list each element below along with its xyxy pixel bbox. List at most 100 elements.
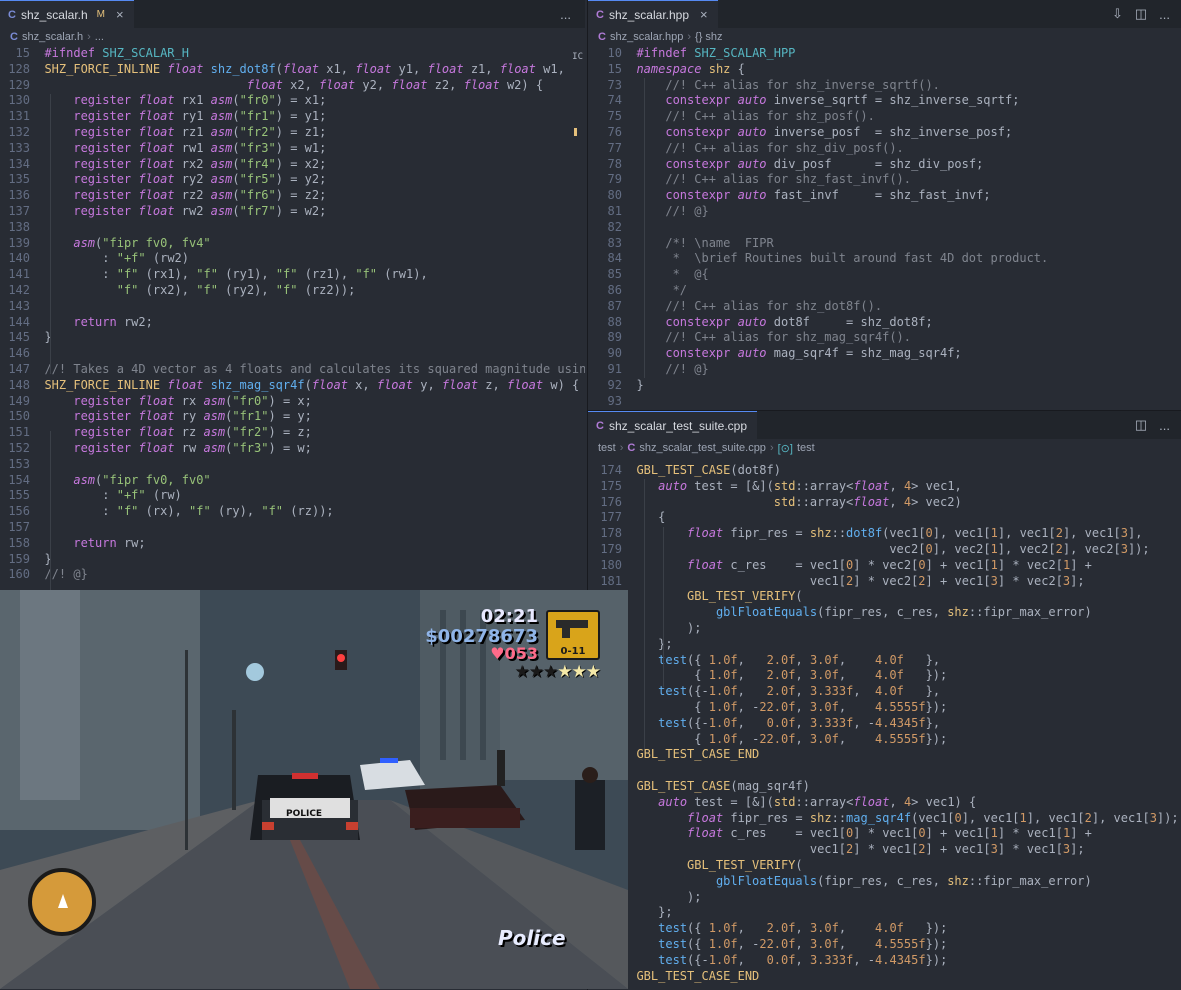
tab-shz-scalar-hpp[interactable]: C shz_scalar.hpp ×	[588, 0, 718, 28]
more-actions-icon[interactable]: ...	[560, 7, 571, 22]
code-line[interactable]: 134 register float rx2 asm("fr4") = x2;	[0, 157, 585, 173]
code-line[interactable]: 86 */	[588, 283, 1181, 299]
code-line[interactable]: 157	[0, 520, 585, 536]
code-line[interactable]: 179 vec2[0], vec2[1], vec2[2], vec2[3]);	[588, 542, 1181, 558]
code-line[interactable]: 91 //! @}	[588, 362, 1181, 378]
code-line[interactable]: 15 #ifndef SHZ_SCALAR_H	[0, 46, 585, 62]
split-editor-icon[interactable]: ◫	[1135, 6, 1147, 22]
code-line[interactable]: test({-1.0f, 2.0f, 3.333f, 4.0f },	[588, 684, 1181, 700]
preview-icon[interactable]: ⇩	[1112, 6, 1123, 22]
code-line[interactable]: test({ 1.0f, -22.0f, 3.0f, 4.5555f});	[588, 937, 1181, 953]
breadcrumb-symbol[interactable]: test	[797, 442, 815, 454]
code-line[interactable]: GBL_TEST_VERIFY(	[588, 589, 1181, 605]
code-line[interactable]: 131 register float ry1 asm("fr1") = y1;	[0, 109, 585, 125]
code-line[interactable]: 180 float c_res = vec1[0] * vec2[0] + ve…	[588, 558, 1181, 574]
code-line[interactable]: );	[588, 890, 1181, 906]
code-line[interactable]: 15 namespace shz {	[588, 62, 1181, 78]
code-line[interactable]: 158 return rw;	[0, 536, 585, 552]
code-line[interactable]: { 1.0f, -22.0f, 3.0f, 4.5555f});	[588, 732, 1181, 748]
code-line[interactable]: 87 //! C++ alias for shz_dot8f().	[588, 299, 1181, 315]
code-line[interactable]: 88 constexpr auto dot8f = shz_dot8f;	[588, 315, 1181, 331]
code-line[interactable]: 73 //! C++ alias for shz_inverse_sqrtf()…	[588, 78, 1181, 94]
close-icon[interactable]: ×	[116, 7, 124, 22]
code-line[interactable]: 75 //! C++ alias for shz_posf().	[588, 109, 1181, 125]
code-line[interactable]: gblFloatEquals(fipr_res, c_res, shz::fip…	[588, 874, 1181, 890]
code-line[interactable]: 145 }	[0, 330, 585, 346]
code-line[interactable]: 155 : "+f" (rw)	[0, 488, 585, 504]
code-line[interactable]: 80 constexpr auto fast_invf = shz_fast_i…	[588, 188, 1181, 204]
code-line[interactable]: auto test = [&](std::array<float, 4> vec…	[588, 795, 1181, 811]
code-line[interactable]: GBL_TEST_CASE_END	[588, 747, 1181, 763]
code-line[interactable]: };	[588, 905, 1181, 921]
code-line[interactable]: 140 : "+f" (rw2)	[0, 251, 585, 267]
code-line[interactable]: float c_res = vec1[0] * vec1[0] + vec1[1…	[588, 826, 1181, 842]
breadcrumb-symbol[interactable]: ...	[95, 31, 104, 43]
code-line[interactable]: 181 vec1[2] * vec2[2] + vec1[3] * vec2[3…	[588, 574, 1181, 590]
code-line[interactable]: 84 * \brief Routines built around fast 4…	[588, 251, 1181, 267]
code-line[interactable]: 139 asm("fipr fv0, fv4"	[0, 236, 585, 252]
code-line[interactable]: 206 GBL_TEST_CASE_END	[588, 969, 1181, 985]
code-line[interactable]: 144 return rw2;	[0, 315, 585, 331]
code-line[interactable]: 79 //! C++ alias for shz_fast_invf().	[588, 172, 1181, 188]
code-line[interactable]: 81 //! @}	[588, 204, 1181, 220]
code-line[interactable]: 89 //! C++ alias for shz_mag_sqr4f().	[588, 330, 1181, 346]
code-line[interactable]: 93	[588, 394, 1181, 410]
code-line[interactable]: gblFloatEquals(fipr_res, c_res, shz::fip…	[588, 605, 1181, 621]
code-line[interactable]: 78 constexpr auto div_posf = shz_div_pos…	[588, 157, 1181, 173]
code-line[interactable]: 174 GBL_TEST_CASE(dot8f)	[588, 463, 1181, 479]
code-line[interactable]: 130 register float rx1 asm("fr0") = x1;	[0, 93, 585, 109]
code-line[interactable]: 153	[0, 457, 585, 473]
code-area[interactable]: 15 #ifndef SHZ_SCALAR_H 128 SHZ_FORCE_INL…	[0, 46, 585, 590]
breadcrumb-file[interactable]: shz_scalar.h	[22, 31, 83, 43]
breadcrumb-file[interactable]: shz_scalar_test_suite.cpp	[639, 442, 766, 454]
game-window[interactable]: 02:21 $00278673 ♥053 ★★★★★★ 0-11 Police …	[0, 590, 628, 989]
more-actions-icon[interactable]: ...	[1159, 7, 1170, 22]
code-line[interactable]: test({ 1.0f, 2.0f, 3.0f, 4.0f },	[588, 653, 1181, 669]
code-line[interactable]: 92 }	[588, 378, 1181, 394]
code-line[interactable]: float fipr_res = shz::mag_sqr4f(vec1[0],…	[588, 811, 1181, 827]
code-line[interactable]: 138	[0, 220, 585, 236]
code-line[interactable]: 128 SHZ_FORCE_INLINE float shz_dot8f(flo…	[0, 62, 585, 78]
code-line[interactable]: 160 //! @}	[0, 567, 585, 583]
code-line[interactable]: test({-1.0f, 0.0f, 3.333f, -4.4345f});	[588, 953, 1181, 969]
code-line[interactable]: 132 register float rz1 asm("fr2") = z1;	[0, 125, 585, 141]
code-line[interactable]: 178 float fipr_res = shz::dot8f(vec1[0],…	[588, 526, 1181, 542]
breadcrumb-file[interactable]: shz_scalar.hpp	[610, 31, 683, 43]
code-line[interactable]: 147 //! Takes a 4D vector as 4 floats an…	[0, 362, 585, 378]
tab-shz-scalar-h[interactable]: C shz_scalar.h M ×	[0, 0, 134, 28]
code-line[interactable]	[588, 763, 1181, 779]
code-area[interactable]: 10 #ifndef SHZ_SCALAR_HPP 15 namespace sh…	[588, 46, 1181, 409]
code-line[interactable]: };	[588, 637, 1181, 653]
code-line[interactable]: 177 {	[588, 510, 1181, 526]
breadcrumb-namespace[interactable]: {} shz	[695, 31, 723, 43]
code-line[interactable]: 146	[0, 346, 585, 362]
code-line[interactable]: GBL_TEST_VERIFY(	[588, 858, 1181, 874]
code-line[interactable]: 150 register float ry asm("fr1") = y;	[0, 409, 585, 425]
code-line[interactable]: 143	[0, 299, 585, 315]
code-line[interactable]: );	[588, 621, 1181, 637]
code-line[interactable]: 85 * @{	[588, 267, 1181, 283]
code-line[interactable]: 175 auto test = [&](std::array<float, 4>…	[588, 479, 1181, 495]
code-line[interactable]: 159 }	[0, 552, 585, 568]
code-line[interactable]: 83 /*! \name FIPR	[588, 236, 1181, 252]
code-line[interactable]: 10 #ifndef SHZ_SCALAR_HPP	[588, 46, 1181, 62]
code-line[interactable]: 135 register float ry2 asm("fr5") = y2;	[0, 172, 585, 188]
code-line[interactable]: 137 register float rw2 asm("fr7") = w2;	[0, 204, 585, 220]
code-line[interactable]: 77 //! C++ alias for shz_div_posf().	[588, 141, 1181, 157]
code-line[interactable]: 142 "f" (rx2), "f" (ry2), "f" (rz2));	[0, 283, 585, 299]
code-line[interactable]: 141 : "f" (rx1), "f" (ry1), "f" (rz1), "…	[0, 267, 585, 283]
code-line[interactable]: 176 std::array<float, 4> vec2)	[588, 495, 1181, 511]
more-actions-icon[interactable]: ...	[1159, 418, 1170, 433]
code-line[interactable]: test({ 1.0f, 2.0f, 3.0f, 4.0f });	[588, 921, 1181, 937]
close-icon[interactable]: ×	[700, 7, 708, 22]
code-line[interactable]: 90 constexpr auto mag_sqr4f = shz_mag_sq…	[588, 346, 1181, 362]
code-line[interactable]: 154 asm("fipr fv0, fv0"	[0, 473, 585, 489]
code-line[interactable]: 149 register float rx asm("fr0") = x;	[0, 394, 585, 410]
code-line[interactable]: test({-1.0f, 0.0f, 3.333f, -4.4345f},	[588, 716, 1181, 732]
code-line[interactable]: { 1.0f, 2.0f, 3.0f, 4.0f });	[588, 668, 1181, 684]
code-line[interactable]: 76 constexpr auto inverse_posf = shz_inv…	[588, 125, 1181, 141]
tab-shz-scalar-test-suite[interactable]: C shz_scalar_test_suite.cpp	[588, 411, 758, 439]
code-line[interactable]: 129 float x2, float y2, float z2, float …	[0, 78, 585, 94]
code-line[interactable]: 151 register float rz asm("fr2") = z;	[0, 425, 585, 441]
code-line[interactable]: { 1.0f, -22.0f, 3.0f, 4.5555f});	[588, 700, 1181, 716]
